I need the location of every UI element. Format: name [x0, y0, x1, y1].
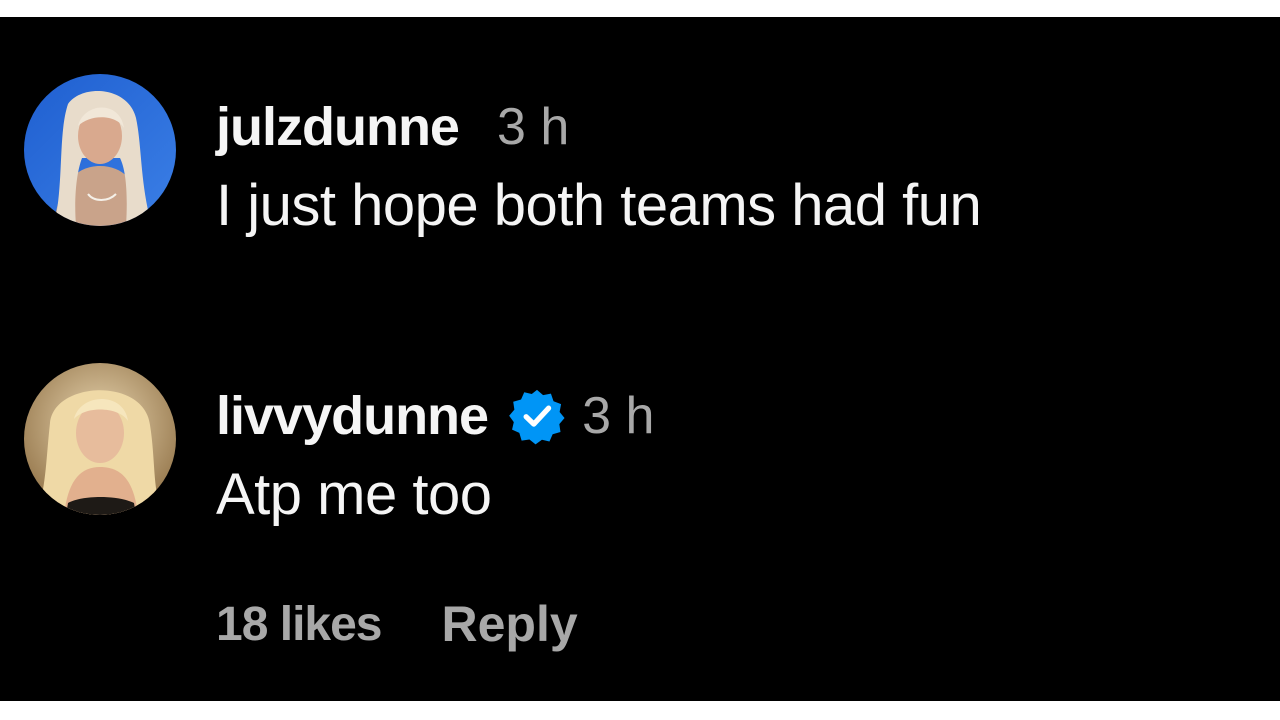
- likes-count[interactable]: 18 likes: [216, 597, 382, 652]
- username[interactable]: livvydunne: [216, 385, 489, 447]
- comment-header: julzdunne 3 h: [216, 92, 569, 162]
- comment-text: I just hope both teams had fun: [216, 173, 982, 238]
- username[interactable]: julzdunne: [216, 96, 460, 158]
- comment-actions: 18 likes Reply: [216, 595, 578, 653]
- avatar[interactable]: [24, 74, 176, 226]
- avatar-image: [24, 363, 176, 515]
- timestamp[interactable]: 3 h: [497, 97, 569, 157]
- verified-badge-icon: [508, 387, 566, 445]
- comment-text: Atp me too: [216, 462, 492, 527]
- comment-header: livvydunne 3 h: [216, 381, 654, 451]
- avatar[interactable]: [24, 363, 176, 515]
- reply-button[interactable]: Reply: [441, 595, 577, 653]
- comments-panel: julzdunne 3 h I just hope both teams had…: [0, 17, 1280, 701]
- timestamp[interactable]: 3 h: [582, 386, 654, 446]
- avatar-image: [24, 74, 176, 226]
